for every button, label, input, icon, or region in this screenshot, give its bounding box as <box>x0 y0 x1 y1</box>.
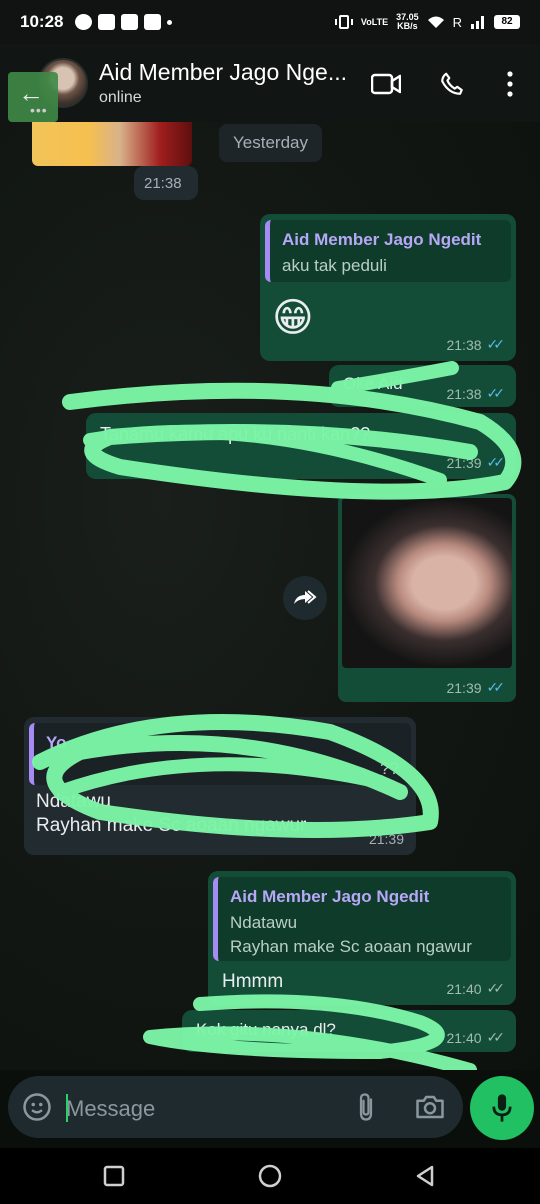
message-time: 21:38 <box>144 175 182 192</box>
outgoing-message[interactable]: Tanamu kamu apu ku nanti kan?? 21:39 ✓✓ <box>86 413 516 479</box>
message-meta: 21:38 ✓✓ <box>446 385 506 402</box>
microphone-icon <box>492 1094 512 1122</box>
message-text-line: Rayhan make Sc aoaan ngawur <box>36 815 307 836</box>
message-list[interactable]: 21:38 Yesterday Aid Member Jago Ngedit a… <box>0 122 540 1070</box>
reply-text-line: Rayhan make Sc aoaan ngawur <box>230 937 472 956</box>
voice-call-button[interactable] <box>434 66 470 102</box>
status-time: 10:28 <box>20 12 64 31</box>
reply-author: Aid Member Jago Ngedit <box>282 230 482 249</box>
chat-status: online <box>99 89 142 106</box>
voice-record-button[interactable] <box>470 1076 534 1140</box>
reply-quote[interactable]: Yo ?? <box>29 723 411 785</box>
status-bar: 10:28 VoLTE 37.05 KB/s R 82 <box>0 0 540 44</box>
delivered-receipt-icon: ✓✓ <box>486 980 506 996</box>
reply-text: aku tak peduli <box>282 256 387 275</box>
image-thumbnail[interactable] <box>32 122 192 166</box>
paperclip-icon[interactable] <box>355 1092 377 1122</box>
reply-text-line: Ndatawu <box>230 913 298 932</box>
video-call-button[interactable] <box>368 66 404 102</box>
outgoing-message[interactable]: Aid Member Jago Ngedit Ndatawu Rayhan ma… <box>208 871 516 1005</box>
reply-text: ?? <box>380 759 399 778</box>
message-text: Hmmm <box>222 971 284 992</box>
wifi-icon <box>427 16 444 28</box>
delivered-receipt-icon: ✓✓ <box>486 1029 506 1045</box>
reply-author: Yo <box>46 733 67 752</box>
more-dots-icon: ••• <box>30 102 48 118</box>
message-time: 21:38 <box>446 385 482 402</box>
app-notification-icon <box>121 14 139 30</box>
forward-button[interactable] <box>283 576 327 620</box>
home-button[interactable] <box>257 1163 283 1189</box>
incoming-message[interactable]: Yo ?? Ndatawu Rayhan make Sc aoaan ngawu… <box>24 717 416 855</box>
message-meta: 21:39 ✓✓ <box>446 454 506 471</box>
read-receipt-icon: ✓✓ <box>486 385 506 401</box>
message-meta: 21:39 <box>369 831 404 847</box>
outgoing-message[interactable]: Oke Aid 21:38 ✓✓ <box>329 365 516 407</box>
message-time: 21:40 <box>446 1029 482 1046</box>
app-notification-icon <box>144 14 162 30</box>
photo[interactable] <box>342 498 512 668</box>
network-speed: 37.05 KB/s <box>396 12 419 31</box>
read-receipt-icon: ✓✓ <box>486 336 506 352</box>
reply-author: Aid Member Jago Ngedit <box>230 887 430 906</box>
system-navigation-bar <box>0 1148 540 1204</box>
system-icons: VoLTE 37.05 KB/s R 82 <box>334 12 520 31</box>
more-notifications-icon <box>167 19 173 25</box>
message-meta: 21:40 ✓✓ <box>446 1029 506 1046</box>
message-meta: 21:38 ✓✓ <box>446 336 506 353</box>
message-text: Tanamu kamu apu ku nanti kan?? <box>100 424 371 444</box>
roaming-indicator: R <box>452 14 462 30</box>
menu-button[interactable] <box>492 66 528 102</box>
chat-header: ← ••• Aid Member Jago Nge... online <box>0 44 540 122</box>
message-time: 21:39 <box>446 679 482 696</box>
message-time: 21:40 <box>446 980 482 997</box>
app-notification-icon <box>98 14 116 30</box>
message-input[interactable]: Message <box>8 1076 463 1138</box>
composer: Message <box>0 1070 540 1148</box>
message-emoji: 😁 <box>272 296 314 340</box>
outgoing-image-message[interactable]: 21:39 ✓✓ <box>338 494 516 702</box>
message-time-chip: 21:38 <box>134 166 198 200</box>
camera-icon[interactable] <box>415 1094 445 1120</box>
outgoing-message[interactable]: Kok gitu nanya dl? 21:40 ✓✓ <box>182 1010 516 1052</box>
vibrate-icon <box>334 15 353 29</box>
message-time: 21:38 <box>446 336 482 353</box>
message-meta: 21:40 ✓✓ <box>446 980 506 997</box>
date-separator-label: Yesterday <box>233 133 308 152</box>
message-meta: 21:39 ✓✓ <box>446 679 506 696</box>
video-call-icon <box>371 73 401 95</box>
outgoing-message[interactable]: Aid Member Jago Ngedit aku tak peduli 😁 … <box>260 214 516 361</box>
battery-icon: 82 <box>494 15 520 29</box>
notification-icons <box>75 14 173 30</box>
signal-icon <box>471 16 484 29</box>
reply-quote[interactable]: Aid Member Jago Ngedit aku tak peduli <box>265 220 511 282</box>
recent-apps-button[interactable] <box>103 1165 125 1187</box>
message-text: Kok gitu nanya dl? <box>196 1020 336 1039</box>
network-type-icon: VoLTE <box>360 16 389 27</box>
read-receipt-icon: ✓✓ <box>486 454 506 470</box>
reply-quote[interactable]: Aid Member Jago Ngedit Ndatawu Rayhan ma… <box>213 877 511 961</box>
message-time: 21:39 <box>368 831 404 847</box>
phone-icon <box>441 72 463 95</box>
chat-notification-icon <box>75 14 93 30</box>
date-separator: Yesterday <box>219 124 322 162</box>
message-text-line: Ndatawu <box>36 791 111 812</box>
sticker-icon[interactable] <box>22 1092 52 1122</box>
more-vertical-icon <box>507 71 513 97</box>
back-button[interactable]: ← ••• <box>8 72 58 122</box>
message-time: 21:39 <box>446 454 482 471</box>
back-nav-button[interactable] <box>414 1164 436 1188</box>
read-receipt-icon: ✓✓ <box>486 679 506 695</box>
forward-icon <box>294 590 317 604</box>
message-text: Oke Aid <box>343 374 403 393</box>
message-placeholder: Message <box>66 1096 156 1121</box>
chat-title[interactable]: Aid Member Jago Nge... <box>99 59 354 86</box>
